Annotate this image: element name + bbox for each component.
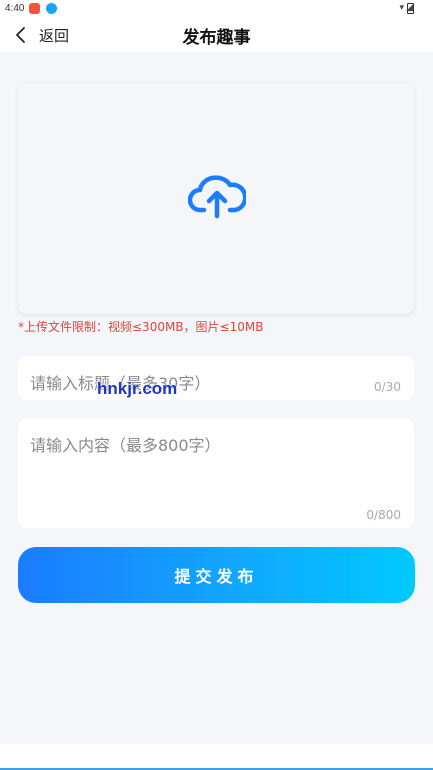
upload-area[interactable]	[18, 84, 414, 314]
status-time: 4:40	[5, 3, 25, 14]
content-char-counter: 0/800	[366, 508, 401, 522]
back-label: 返回	[39, 26, 70, 45]
back-button[interactable]: 返回	[14, 24, 69, 46]
bottom-bar	[0, 744, 433, 770]
battery-icon	[407, 3, 414, 14]
title-char-counter: 0/30	[374, 380, 401, 394]
watermark: hnkjr.com	[97, 379, 178, 398]
submit-button[interactable]: 提交发布	[18, 547, 415, 603]
download-notification-icon	[46, 3, 57, 14]
title-input[interactable]: 请输入标题（最多30字） 0/30	[18, 356, 414, 400]
cloud-upload-icon	[188, 175, 246, 219]
content-placeholder: 请输入内容（最多800字）	[30, 436, 221, 455]
chevron-left-icon	[16, 27, 25, 43]
nav-bar: 返回 发布趣事	[0, 18, 433, 52]
notification-app-icon	[29, 3, 40, 14]
status-bar: 4:40 ▾◢	[0, 0, 433, 18]
content-input[interactable]: 请输入内容（最多800字） 0/800	[18, 418, 414, 528]
upload-limit-note: *上传文件限制：视频≤300MB，图片≤10MB	[18, 320, 264, 334]
